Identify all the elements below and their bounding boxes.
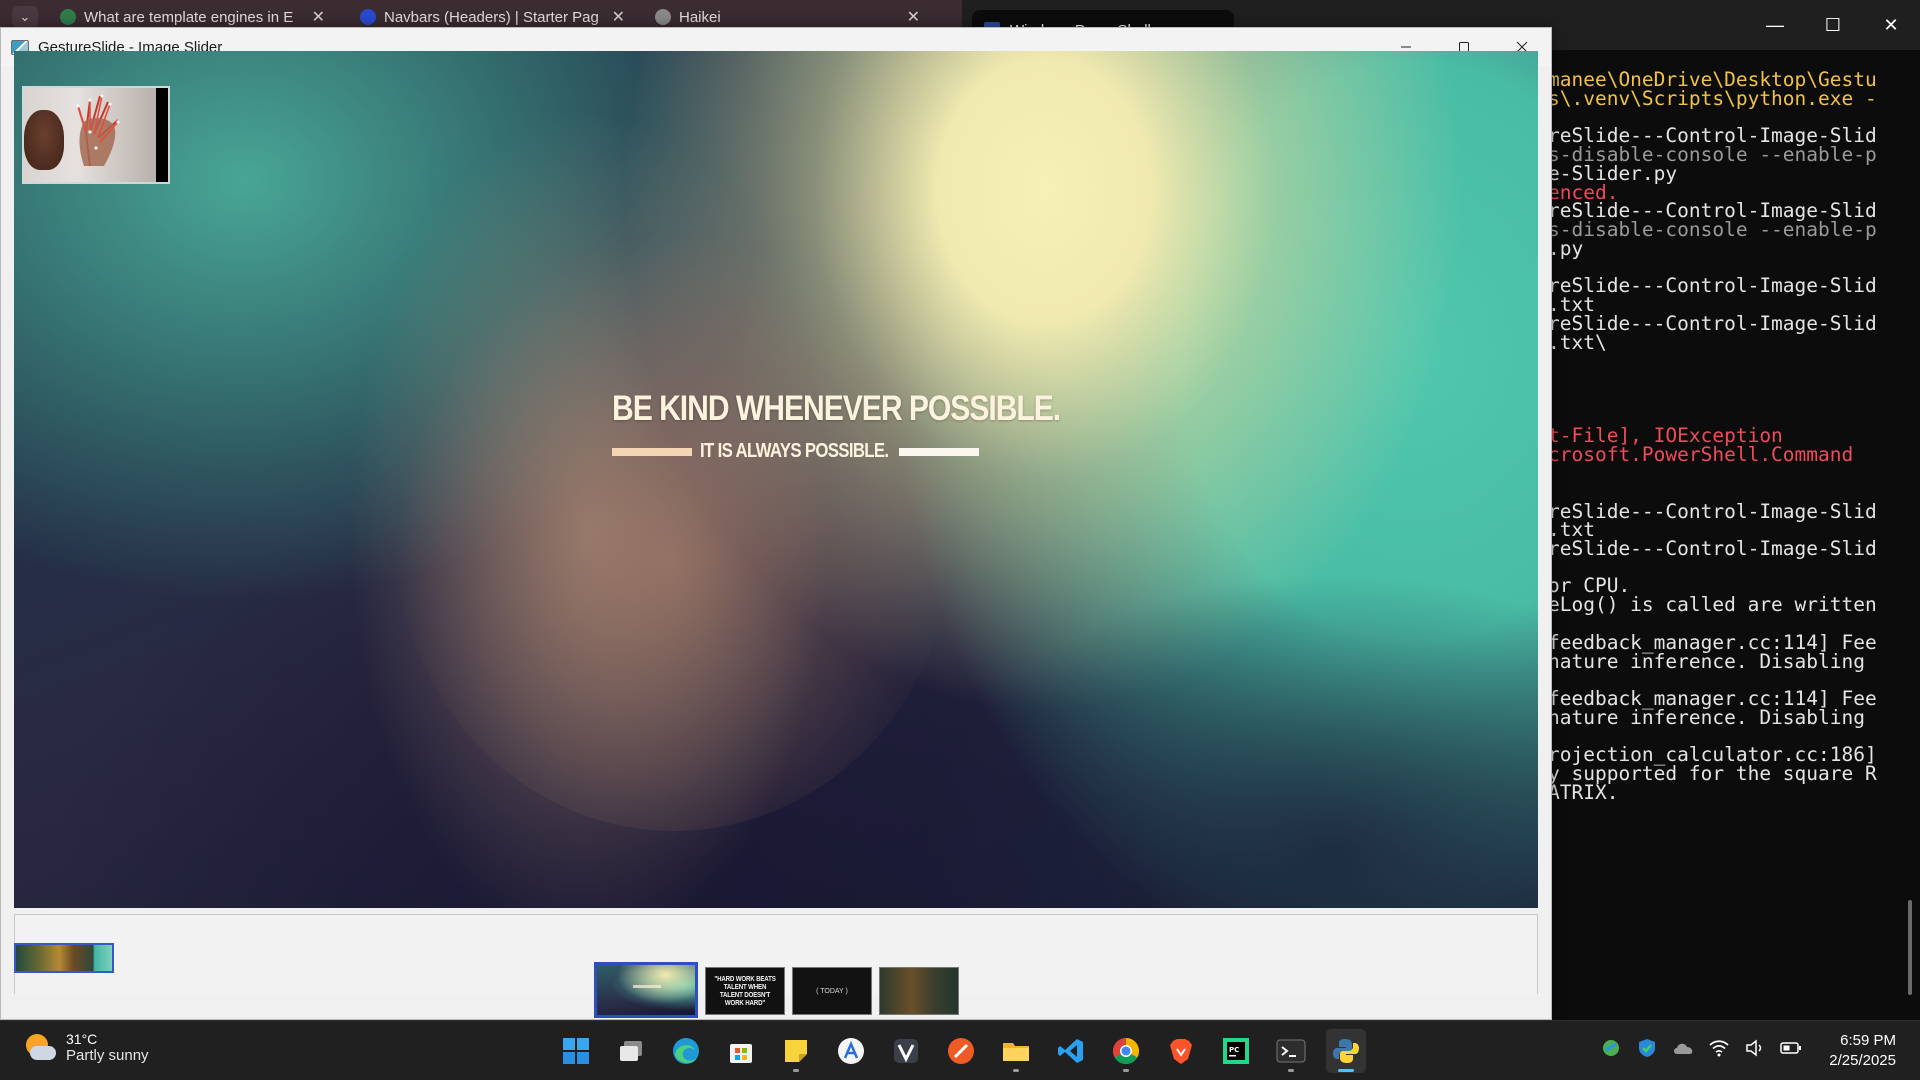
- taskbar-pycharm[interactable]: PC: [1216, 1029, 1256, 1073]
- terminal-line: crosoft.PowerShell.Command: [1548, 443, 1854, 466]
- sticky-notes-icon: [785, 1040, 807, 1062]
- tab-close-icon[interactable]: ✕: [907, 7, 920, 27]
- system-tray: [1600, 1037, 1802, 1059]
- terminal-line: nature inference. Disabling: [1548, 706, 1865, 729]
- onedrive-cloud-icon[interactable]: [1672, 1037, 1694, 1059]
- taskbar-chrome[interactable]: [1106, 1029, 1146, 1073]
- terminal-line: reSlide---Control-Image-Slid: [1548, 537, 1877, 560]
- thumbnail-caption: ( TODAY ): [816, 987, 848, 995]
- thumbnail-3[interactable]: ( TODAY ): [792, 967, 872, 1015]
- globe-icon: [655, 9, 671, 25]
- taskbar-terminal[interactable]: [1271, 1029, 1311, 1073]
- vscode-icon: [1058, 1039, 1083, 1063]
- close-button[interactable]: ✕: [1862, 0, 1920, 50]
- terminal-line: s-disable-console --enable-p: [1548, 218, 1877, 241]
- taskbar-store[interactable]: [721, 1029, 761, 1073]
- clock-date: 2/25/2025: [1829, 1052, 1896, 1069]
- terminal-line: eLog() is called are written: [1548, 593, 1877, 616]
- terminal-line: nature inference. Disabling: [1548, 650, 1865, 673]
- battery-icon[interactable]: [1780, 1037, 1802, 1059]
- taskbar-file-explorer[interactable]: [996, 1029, 1036, 1073]
- start-button[interactable]: [556, 1029, 596, 1073]
- quote-bar-left: [612, 448, 692, 456]
- recycle-bin-icon[interactable]: [1600, 1037, 1622, 1059]
- taskbar-vscode[interactable]: [1051, 1029, 1091, 1073]
- app-store-icon: [838, 1038, 864, 1064]
- filmstrip-preview[interactable]: [14, 943, 114, 973]
- thumbnail-caption: "HARD WORK BEATS TALENT WHEN TALENT DOES…: [714, 974, 776, 1007]
- terminal-line: .py: [1548, 237, 1584, 260]
- chrome-icon: [1112, 1037, 1140, 1065]
- slide-quote-main: BE KIND WHENEVER POSSIBLE.: [612, 389, 1061, 428]
- partly-sunny-icon: [24, 1032, 56, 1064]
- thumbnail-4[interactable]: [879, 967, 959, 1015]
- terminal-line: reSlide---Control-Image-Slid: [1548, 500, 1877, 523]
- taskbar-app-store[interactable]: [831, 1029, 871, 1073]
- tab-list-button[interactable]: ⌄: [12, 6, 38, 28]
- brave-icon: [1170, 1039, 1192, 1064]
- taskbar-python[interactable]: [1326, 1029, 1366, 1073]
- pycharm-icon: PC: [1223, 1038, 1249, 1064]
- taskbar-clock[interactable]: 6:59 PM 2/25/2025: [1829, 1031, 1896, 1071]
- thumbnail-2[interactable]: "HARD WORK BEATS TALENT WHEN TALENT DOES…: [705, 967, 785, 1015]
- browser-tab-label: What are template engines in E: [84, 8, 294, 26]
- terminal-line: ATRIX.: [1548, 781, 1619, 804]
- taskbar-brave[interactable]: [1161, 1029, 1201, 1073]
- taskbar-sticky-notes[interactable]: [776, 1029, 816, 1073]
- taskbar-postman[interactable]: [941, 1029, 981, 1073]
- terminal-window-controls: — ☐ ✕: [1746, 0, 1920, 50]
- tab-favicon-icon: [60, 9, 76, 25]
- wifi-icon[interactable]: [1708, 1037, 1730, 1059]
- webcam-preview: [22, 86, 170, 184]
- minimize-button[interactable]: —: [1746, 0, 1804, 50]
- slide-image[interactable]: BE KIND WHENEVER POSSIBLE. IT IS ALWAYS …: [14, 51, 1538, 908]
- defender-shield-icon[interactable]: [1636, 1037, 1658, 1059]
- hand-landmarks-icon: [76, 94, 120, 167]
- weather-temperature: 31°C: [66, 1031, 98, 1047]
- windows-logo-icon: [563, 1038, 589, 1064]
- task-view-button[interactable]: [611, 1029, 651, 1073]
- tab-close-icon[interactable]: ✕: [612, 7, 625, 27]
- folder-icon: [1003, 1043, 1029, 1061]
- svg-text:PC: PC: [1229, 1046, 1239, 1054]
- tab-favicon-icon: [360, 9, 376, 25]
- weather-description: Partly sunny: [66, 1047, 149, 1064]
- weather-widget[interactable]: 31°C Partly sunny: [24, 1031, 149, 1064]
- postman-icon: [948, 1038, 974, 1064]
- task-view-icon: [620, 1041, 642, 1061]
- browser-tab-strip: ⌄ What are template engines in E ✕ Navba…: [0, 0, 970, 30]
- browser-tab-label: Haikei: [679, 8, 721, 26]
- clock-time: 6:59 PM: [1840, 1032, 1896, 1049]
- edge-icon: [673, 1038, 699, 1064]
- webcam-face: [24, 110, 64, 170]
- taskbar-apps: PC: [556, 1029, 1366, 1073]
- python-icon: [1333, 1039, 1359, 1063]
- taskbar-edge[interactable]: [666, 1029, 706, 1073]
- vectorize-icon: [894, 1039, 918, 1063]
- terminal-line: .txt\: [1548, 331, 1607, 354]
- store-icon: [730, 1044, 752, 1063]
- maximize-button[interactable]: ☐: [1804, 0, 1862, 50]
- terminal-icon: [1276, 1039, 1306, 1063]
- terminal-line: s\.venv\Scripts\python.exe -: [1548, 87, 1877, 110]
- desktop: ⌄ What are template engines in E ✕ Navba…: [0, 0, 1920, 1080]
- taskbar-vectorize[interactable]: [886, 1029, 926, 1073]
- tab-close-icon[interactable]: ✕: [312, 7, 325, 27]
- thumbnail-1[interactable]: [594, 962, 698, 1018]
- slide-quote-sub-row: IT IS ALWAYS POSSIBLE.: [612, 440, 979, 462]
- quote-bar-right: [899, 448, 979, 456]
- taskbar: 31°C Partly sunny PC 6:59 PM 2/25/2025: [0, 1020, 1920, 1080]
- slide-quote-sub: IT IS ALWAYS POSSIBLE.: [700, 440, 889, 462]
- browser-tab-label: Navbars (Headers) | Starter Pag: [384, 8, 599, 26]
- volume-icon[interactable]: [1744, 1037, 1766, 1059]
- terminal-line: reSlide---Control-Image-Slid: [1548, 274, 1877, 297]
- terminal-scrollbar[interactable]: [1908, 900, 1912, 995]
